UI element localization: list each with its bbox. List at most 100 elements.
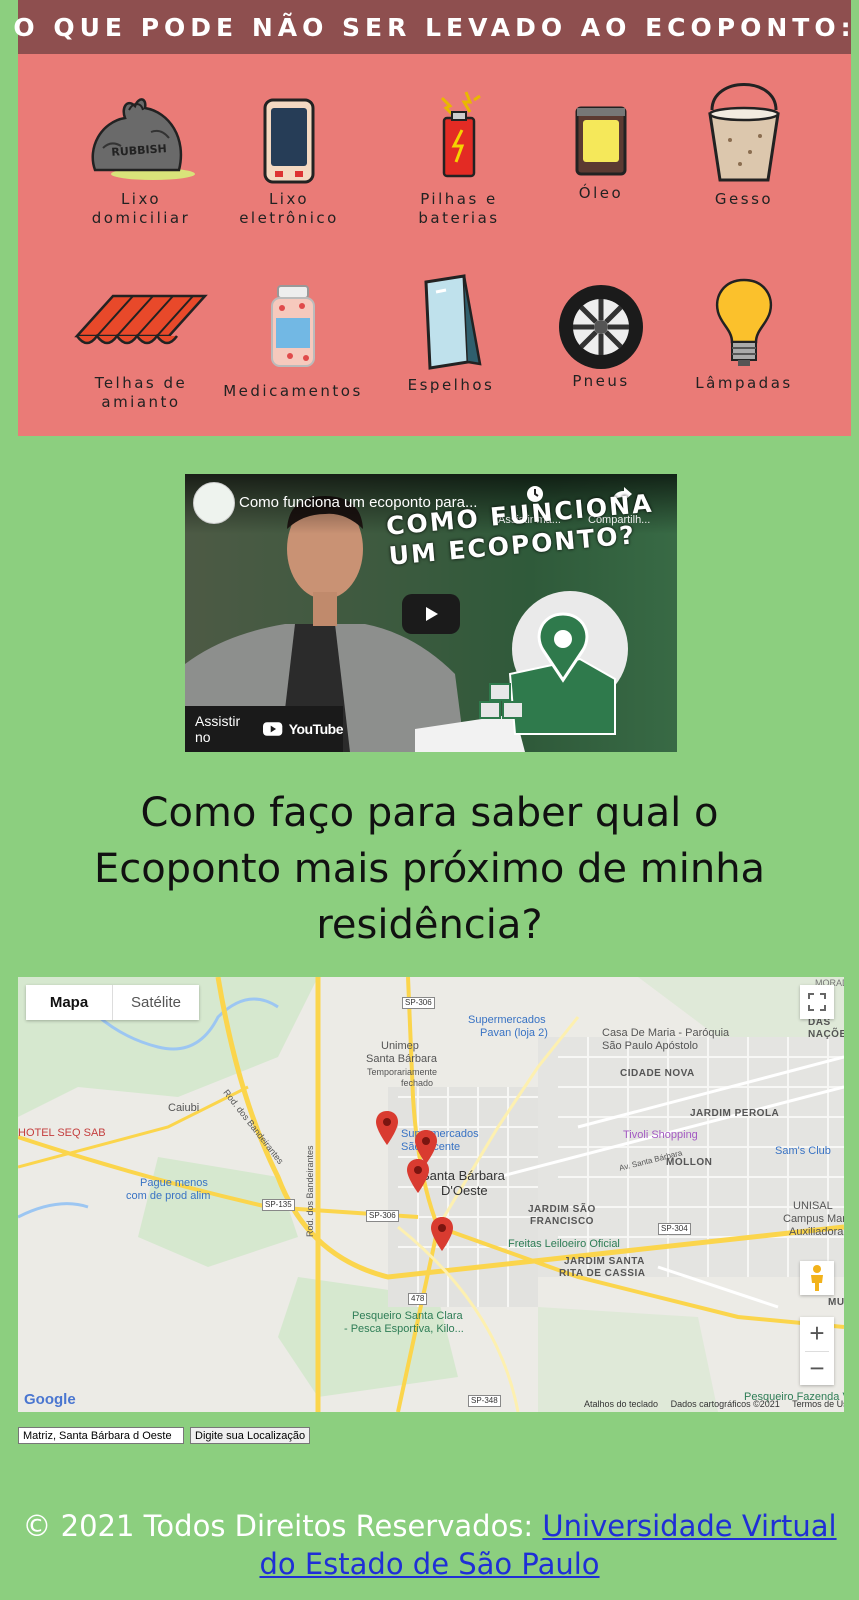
youtube-wordmark: YouTube	[288, 721, 344, 737]
item-label: baterias	[418, 209, 500, 227]
poi-label[interactable]: Santa Bárbara	[366, 1053, 437, 1065]
item-lixo-eletronico: Lixo eletrônico	[214, 98, 364, 228]
poi-label[interactable]: Pavan (loja 2)	[480, 1027, 548, 1039]
google-logo[interactable]: Google	[24, 1391, 76, 1408]
keyboard-shortcuts-link[interactable]: Atalhos do teclado	[584, 1399, 658, 1409]
item-label: Pneus	[572, 372, 630, 390]
item-label: eletrônico	[239, 209, 339, 227]
item-label: Lixo	[120, 190, 162, 208]
poi-label[interactable]: - Pesca Esportiva, Kilo...	[344, 1323, 464, 1335]
area-label: JARDIM SÃO	[528, 1204, 596, 1215]
roof-tiles-icon	[74, 294, 208, 345]
item-medicamentos: Medicamentos	[218, 284, 368, 401]
item-pneus: Pneus	[526, 282, 676, 391]
trash-bag-icon: RUBBISH	[91, 98, 195, 180]
location-marker[interactable]	[431, 1217, 453, 1251]
medicine-bottle-icon	[271, 285, 315, 367]
poi-label[interactable]: Pesqueiro Santa Clara	[352, 1310, 463, 1322]
map-type-satellite-button[interactable]: Satélite	[112, 985, 199, 1020]
city-label: Santa Bárbara	[421, 1168, 505, 1183]
infographic-title: O QUE PODE NÃO SER LEVADO AO ECOPONTO:	[13, 0, 851, 54]
item-lampadas: Lâmpadas	[669, 278, 819, 393]
place-label: Caiubi	[168, 1102, 200, 1114]
street-view-button[interactable]	[800, 1261, 834, 1295]
poi-label[interactable]: São Paulo Apóstolo	[602, 1040, 698, 1052]
item-label: Lâmpadas	[695, 374, 793, 392]
channel-avatar[interactable]	[193, 482, 235, 524]
poi-label[interactable]: Sam's Club	[775, 1145, 831, 1157]
item-label: Espelhos	[407, 376, 495, 394]
youtube-embed[interactable]: Como funciona um ecoponto para... Assist…	[185, 474, 677, 752]
item-lixo-domiciliar: RUBBISH Lixo domiciliar	[66, 88, 216, 228]
poi-label[interactable]: Campus Maria	[783, 1213, 844, 1225]
road-shield: 478	[408, 1293, 428, 1305]
item-label: Medicamentos	[223, 382, 363, 400]
item-label: Óleo	[578, 184, 624, 202]
city-label: D'Oeste	[441, 1183, 488, 1198]
fullscreen-button[interactable]	[800, 985, 834, 1019]
enter-location-button[interactable]: Digite sua Localização	[190, 1427, 311, 1444]
light-bulb-icon	[715, 278, 773, 366]
fullscreen-icon	[808, 993, 826, 1011]
road-shield: SP-135	[262, 1199, 295, 1211]
page-heading: Como faço para saber qual o Ecoponto mai…	[93, 790, 766, 948]
item-espelhos: Espelhos	[376, 272, 526, 395]
area-label: FRANCISCO	[530, 1216, 594, 1227]
road-label: Rod. dos Bandeirantes	[305, 1145, 315, 1237]
poi-label[interactable]: Supermercados	[401, 1128, 479, 1140]
road-shield: SP-304	[658, 1223, 691, 1235]
poi-label[interactable]: Tivoli Shopping	[623, 1129, 698, 1141]
google-map[interactable]: Supermercados Pavan (loja 2) Casa De Mar…	[18, 977, 844, 1412]
item-label: domiciliar	[91, 209, 191, 227]
item-label: Lixo	[268, 190, 310, 208]
terms-link[interactable]: Termos de Uso	[792, 1399, 844, 1409]
play-button[interactable]	[402, 594, 460, 634]
phone-icon	[263, 98, 315, 184]
item-telhas-amianto: Telhas de amianto	[66, 292, 216, 412]
copyright-text: © 2021 Todos Direitos Reservados:	[22, 1509, 543, 1543]
item-pilhas-baterias: Pilhas e baterias	[384, 88, 534, 228]
poi-label[interactable]: Casa De Maria - Paróquia	[602, 1027, 729, 1039]
tire-icon	[559, 285, 643, 369]
watch-on-youtube-button[interactable]: Assistir no YouTube	[185, 706, 344, 752]
poi-label[interactable]: Auxiliadora	[789, 1226, 843, 1238]
poi-label[interactable]: Freitas Leiloeiro Oficial	[508, 1238, 620, 1250]
location-field[interactable]: Matriz, Santa Bárbara d Oeste	[18, 1427, 184, 1444]
poi-label[interactable]: HOTEL SEQ SAB	[18, 1127, 106, 1139]
zoom-in-icon[interactable]: +	[809, 1317, 824, 1351]
youtube-icon	[263, 722, 283, 736]
map-type-control[interactable]: Mapa Satélite	[26, 985, 199, 1020]
copyright-footer: © 2021 Todos Direitos Reservados: Univer…	[0, 1507, 859, 1583]
road-shield: SP-348	[468, 1395, 501, 1407]
mirror-icon	[424, 274, 482, 370]
infographic-panel: O QUE PODE NÃO SER LEVADO AO ECOPONTO: R…	[13, 0, 851, 436]
zoom-control[interactable]: + −	[800, 1317, 834, 1385]
area-label: JARDIM PEROLA	[690, 1108, 780, 1119]
item-label: amianto	[101, 393, 181, 411]
location-marker[interactable]	[407, 1159, 429, 1193]
battery-icon	[440, 91, 481, 178]
pegman-icon	[811, 1265, 823, 1291]
area-label: MUN	[828, 1297, 844, 1308]
area-label: CIDADE NOVA	[620, 1068, 695, 1079]
plaster-bucket-icon	[708, 83, 780, 182]
poi-label[interactable]: UNISAL	[793, 1200, 833, 1212]
location-marker[interactable]	[376, 1111, 398, 1145]
area-label: RITA DE CASSIA	[559, 1268, 646, 1279]
road-shield: SP-306	[366, 1210, 399, 1222]
poi-label[interactable]: Supermercados	[468, 1014, 546, 1026]
map-footer: Atalhos do teclado Dados cartográficos ©…	[584, 1399, 844, 1409]
item-gesso: Gesso	[669, 80, 819, 209]
poi-label[interactable]: Unimep	[381, 1040, 419, 1052]
zoom-out-icon[interactable]: −	[805, 1350, 829, 1386]
map-type-map-button[interactable]: Mapa	[26, 985, 112, 1020]
area-label: JARDIM SANTA	[564, 1256, 645, 1267]
poi-label[interactable]: Pague menos	[140, 1177, 208, 1189]
item-label: Telhas de	[94, 374, 188, 392]
poi-label[interactable]: com de prod alim	[126, 1190, 210, 1202]
map-data-label: Dados cartográficos ©2021	[670, 1399, 780, 1409]
oil-can-icon	[575, 106, 627, 176]
item-oleo: Óleo	[526, 104, 676, 203]
watch-on-label: Assistir no	[195, 713, 241, 745]
item-label: Pilhas e	[420, 190, 498, 208]
